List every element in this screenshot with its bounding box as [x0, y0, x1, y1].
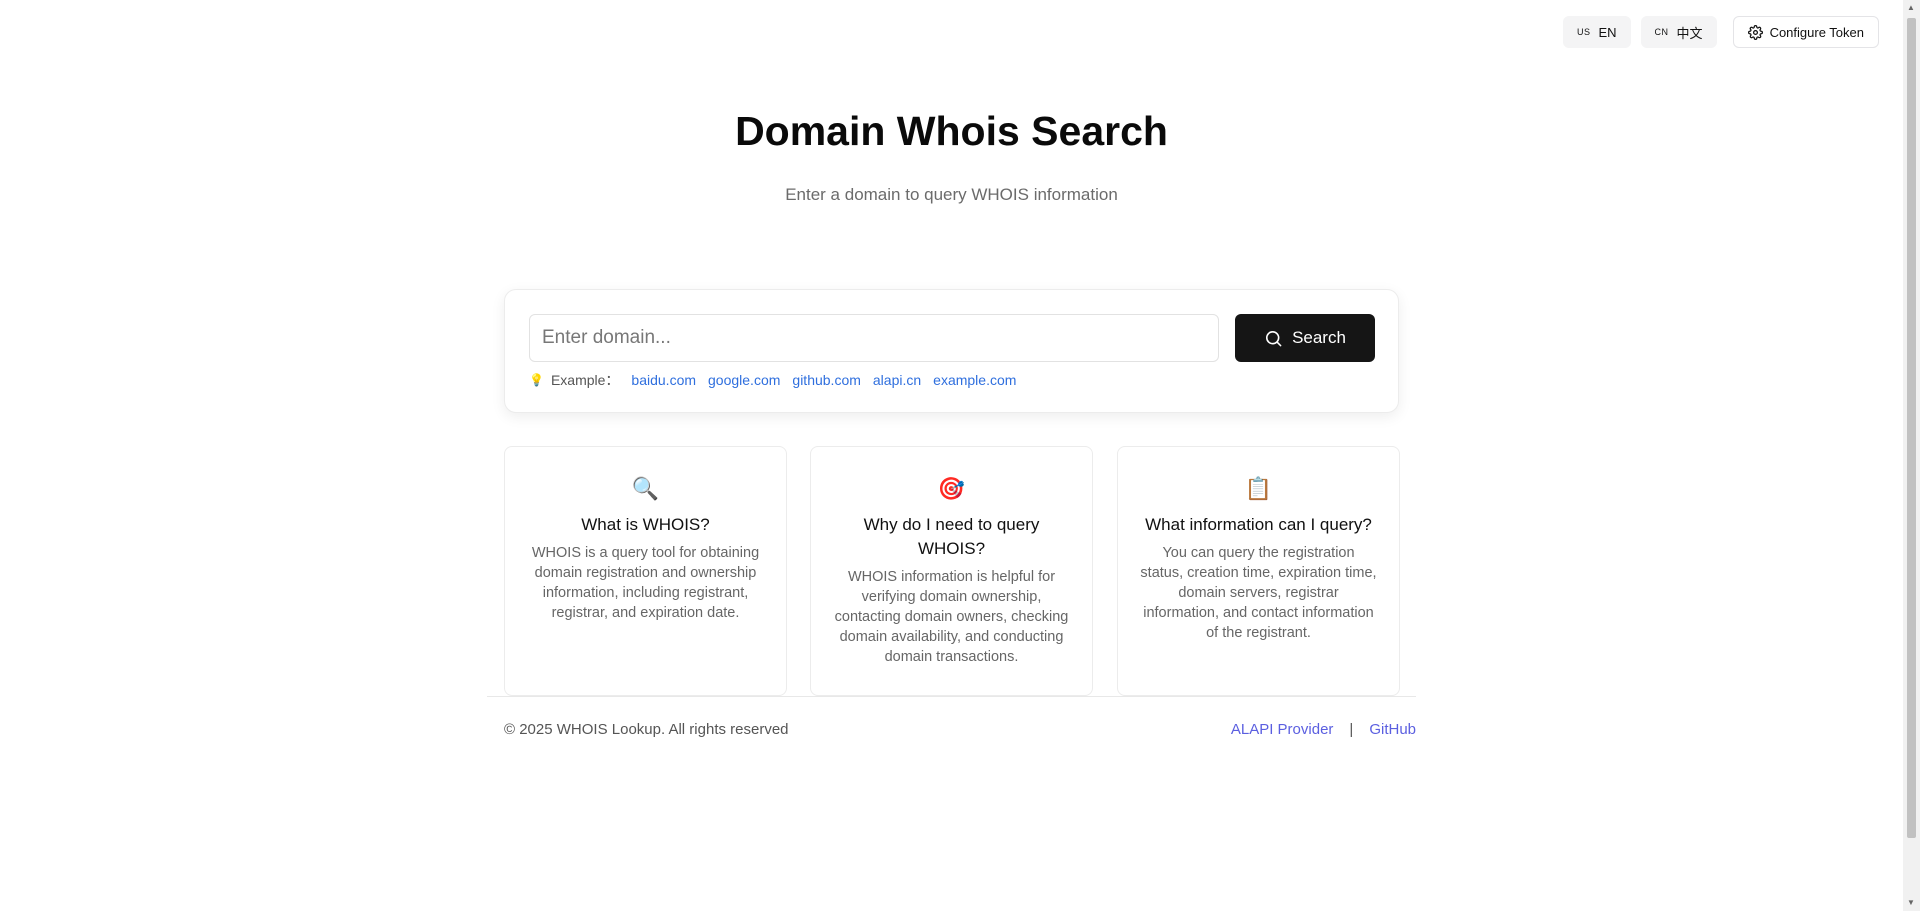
info-card-why-query: 🎯 Why do I need to query WHOIS? WHOIS in…: [810, 446, 1093, 696]
top-bar: US EN CN 中文 Configure Token: [1562, 16, 1879, 48]
examples-label: Example：: [550, 372, 620, 388]
search-button-label: Search: [1292, 328, 1346, 347]
page-subtitle: Enter a domain to query WHOIS informatio…: [785, 185, 1118, 204]
search-button[interactable]: Search: [1235, 314, 1375, 362]
footer-divider: [487, 696, 1416, 697]
info-card-text: You can query the registration status, c…: [1140, 545, 1377, 641]
example-link[interactable]: github.com: [792, 372, 860, 388]
scrollbar-thumb[interactable]: [1907, 18, 1916, 838]
info-card-what-info: 📋 What information can I query? You can …: [1117, 446, 1400, 696]
search-icon: [1266, 330, 1282, 346]
info-card-text: WHOIS information is helpful for verifyi…: [834, 569, 1069, 665]
lang-en-button[interactable]: US EN: [1562, 16, 1631, 48]
example-link[interactable]: google.com: [708, 372, 780, 388]
example-link[interactable]: example.com: [933, 372, 1016, 388]
scroll-up-arrow-icon[interactable]: ▲: [1907, 4, 1915, 12]
us-flag-icon: US: [1576, 27, 1591, 37]
domain-search-input[interactable]: [529, 314, 1219, 362]
search-card: Search 💡 Example： baidu.com google.com g…: [504, 289, 1399, 413]
info-card-title: What information can I query?: [1145, 515, 1372, 534]
configure-token-button[interactable]: Configure Token: [1732, 16, 1879, 48]
page-title: Domain Whois Search: [735, 108, 1168, 154]
example-link[interactable]: alapi.cn: [873, 372, 921, 388]
github-link[interactable]: GitHub: [1369, 721, 1416, 738]
info-card-what-is-whois: 🔍 What is WHOIS? WHOIS is a query tool f…: [504, 446, 787, 696]
footer-separator: |: [1349, 721, 1354, 738]
info-card-text: WHOIS is a query tool for obtaining doma…: [531, 545, 760, 621]
scroll-down-arrow-icon[interactable]: ▼: [1907, 899, 1915, 907]
footer-copyright: © 2025 WHOIS Lookup. All rights reserved: [504, 721, 789, 738]
alapi-provider-link[interactable]: ALAPI Provider: [1231, 721, 1334, 738]
lang-cn-label: 中文: [1676, 25, 1703, 41]
configure-token-label: Configure Token: [1769, 24, 1864, 40]
lang-en-label: EN: [1598, 24, 1617, 40]
example-link[interactable]: baidu.com: [631, 372, 696, 388]
lightbulb-icon: 💡: [529, 373, 544, 387]
info-card-title: What is WHOIS?: [581, 515, 710, 534]
footer-links: ALAPI Provider | GitHub: [1231, 721, 1416, 738]
magnifier-icon: 🔍: [631, 476, 660, 501]
clipboard-icon: 📋: [1244, 476, 1273, 501]
lang-cn-button[interactable]: CN 中文: [1640, 16, 1717, 48]
gear-icon: [1747, 24, 1763, 40]
cn-flag-icon: CN: [1654, 27, 1669, 37]
page-scrollbar[interactable]: ▲ ▼: [1903, 0, 1920, 911]
target-icon: 🎯: [937, 476, 966, 501]
info-card-title: Why do I need to query WHOIS?: [863, 515, 1040, 558]
example-domains: 💡 Example： baidu.com google.com github.c…: [529, 370, 1022, 390]
